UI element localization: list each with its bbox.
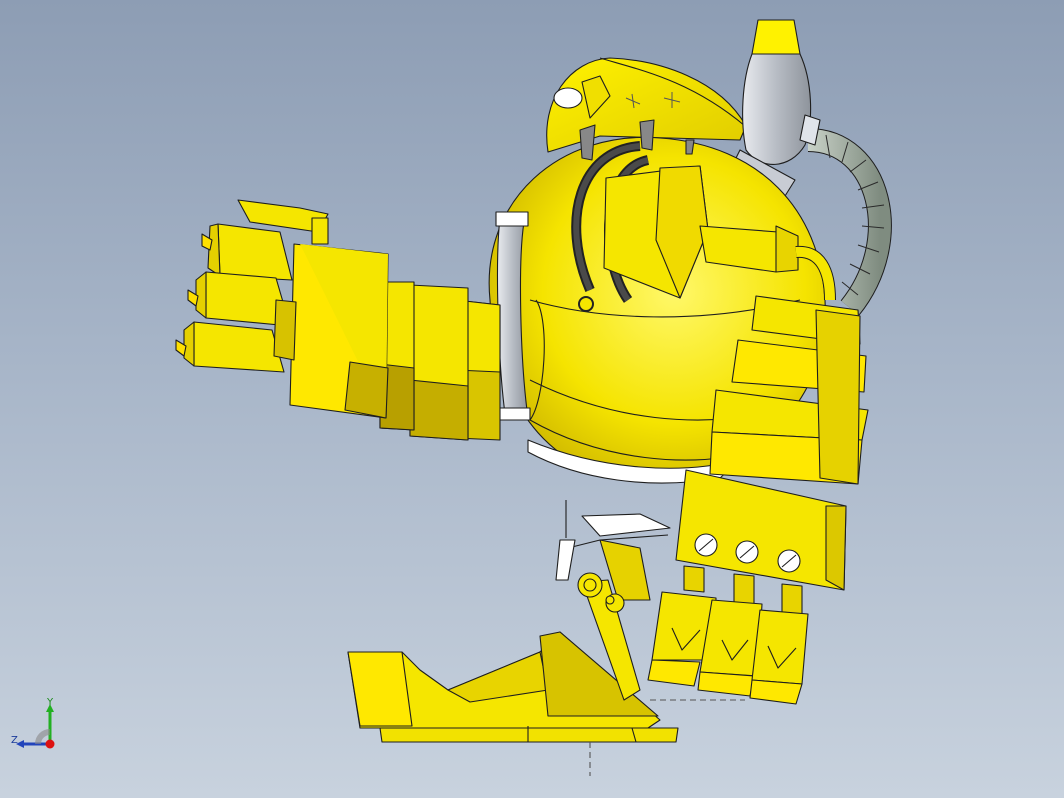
graphics-viewport[interactable]: Y Z bbox=[0, 0, 1064, 798]
triad-graphic bbox=[16, 704, 55, 749]
robot-model[interactable] bbox=[0, 0, 1064, 798]
left-arm bbox=[289, 243, 501, 441]
axis-z-label: Z bbox=[11, 735, 18, 746]
axis-y-label: Y bbox=[47, 697, 54, 708]
coordinate-triad: Y Z bbox=[8, 698, 72, 758]
right-hand-fingers bbox=[647, 565, 809, 705]
